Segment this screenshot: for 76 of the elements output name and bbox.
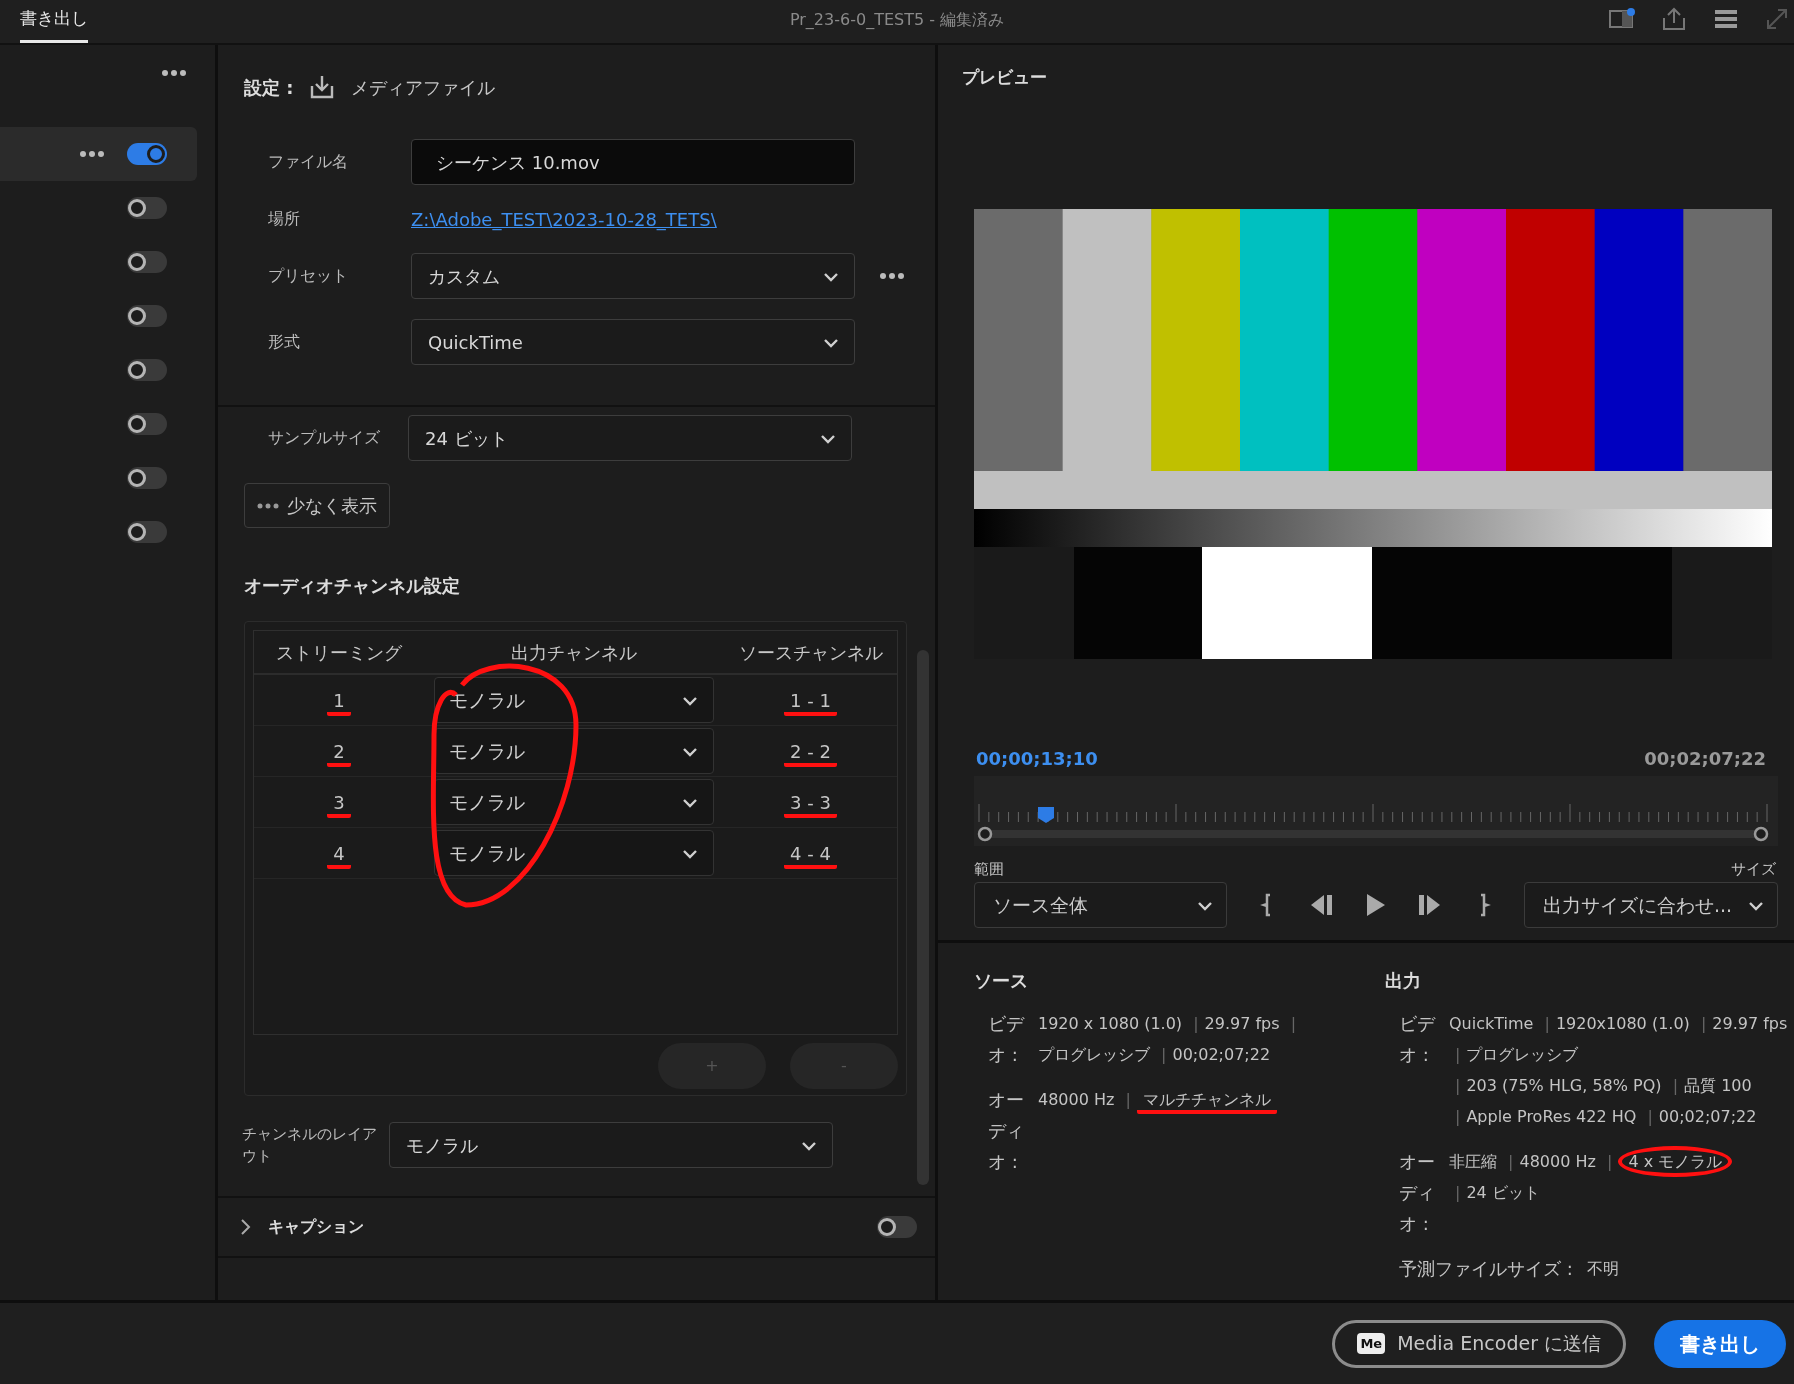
field-label: サンプルサイズ: [268, 427, 381, 449]
select-field[interactable]: モノラル: [434, 677, 714, 723]
toggle-switch[interactable]: [127, 197, 167, 219]
chevron-right-icon[interactable]: [240, 1218, 252, 1236]
more-icon[interactable]: [879, 272, 905, 280]
more-icon[interactable]: [79, 150, 105, 158]
preview-heading: プレビュー: [961, 66, 1048, 89]
select-field[interactable]: モノラル: [434, 728, 714, 774]
export-tab[interactable]: 書き出し: [20, 0, 88, 43]
info-value: 48000 Hz | マルチチャンネル: [1038, 1084, 1338, 1177]
duration-timecode: 00;02;07;22: [1644, 746, 1766, 771]
select-field[interactable]: 24 ビット: [408, 415, 852, 461]
field-label: 場所: [268, 208, 301, 230]
info-label: オーディオ :: [988, 1088, 1025, 1174]
field-label: チャンネルのレイアウト: [242, 1123, 378, 1167]
table-cell: 3: [327, 791, 351, 818]
caption-label: キャプション: [268, 1216, 364, 1238]
more-icon: [257, 502, 279, 509]
table-cell: 4: [327, 842, 351, 869]
select-field[interactable]: 出力サイズに合わせ...: [1524, 882, 1778, 928]
playhead-marker[interactable]: [1037, 805, 1056, 824]
info-label: オーディオ :: [1399, 1150, 1436, 1236]
toggle-switch[interactable]: [127, 359, 167, 381]
info-value: 非圧縮 | 48000 Hz | 4 x モノラル | 24 ビット: [1449, 1146, 1789, 1239]
select-field[interactable]: QuickTime: [411, 319, 855, 365]
select-field[interactable]: ソース全体: [974, 882, 1227, 928]
filename-field[interactable]: シーケンス 10.mov: [411, 139, 855, 185]
window-title: Pr_23-6-0_TEST5 - 編集済み: [789, 10, 1005, 29]
info-value: 不明: [1586, 1258, 1620, 1280]
info-value: QuickTime | 1920x1080 (1.0) | 29.97 fps | プログレッシブ | 203 (75% HLG, 58% PQ) | 品質 100 | Apple ProRes 422 HQ | 00;02;07;22: [1449, 1013, 1789, 1128]
select-field[interactable]: カスタム: [411, 253, 855, 299]
share-icon[interactable]: [1660, 6, 1688, 32]
sidebar-item[interactable]: [0, 127, 197, 181]
section-heading: オーディオチャンネル設定: [244, 574, 461, 598]
table-cell: 2: [327, 740, 351, 767]
toggle-switch[interactable]: [127, 413, 167, 435]
toggle-switch[interactable]: [877, 1216, 917, 1238]
export-button[interactable]: 書き出し: [1654, 1319, 1786, 1368]
select-field[interactable]: モノラル: [434, 779, 714, 825]
table-cell: 1 - 1: [784, 689, 837, 716]
section-heading: ソース: [974, 969, 1029, 993]
info-label: 予測ファイルサイズ :: [1399, 1257, 1573, 1281]
section-heading: 出力: [1385, 969, 1422, 993]
column-header: ソースチャンネル: [737, 640, 884, 665]
select-field[interactable]: モノラル: [389, 1122, 833, 1168]
current-timecode: 00;00;13;10: [976, 746, 1098, 771]
media-file-label: メディアファイル: [351, 75, 496, 100]
info-value: 1920 x 1080 (1.0) | 29.97 fps | プログレッシブ | 00;02;07;22: [1038, 1013, 1298, 1066]
info-label: ビデオ :: [1399, 1012, 1437, 1067]
field-label: ファイル名: [268, 151, 349, 173]
panel-icon[interactable]: [1608, 7, 1636, 31]
show-less-button[interactable]: 少なく表示: [244, 483, 390, 528]
table-cell: 1: [327, 689, 351, 716]
more-icon[interactable]: [161, 69, 187, 77]
toggle-switch[interactable]: [127, 467, 167, 489]
location-link[interactable]: Z:\Adobe_TEST\2023-10-28_TETS\: [411, 205, 717, 233]
table-cell: 3 - 3: [784, 791, 837, 818]
table-cell: 2 - 2: [784, 740, 837, 767]
select-field[interactable]: モノラル: [434, 830, 714, 876]
send-to-media-encoder-button[interactable]: Me Media Encoder に送信: [1332, 1319, 1626, 1368]
range-label: 範囲: [974, 858, 1004, 880]
settings-heading: 設定 :: [244, 75, 294, 100]
toggle-switch[interactable]: [127, 143, 167, 165]
toggle-switch[interactable]: [127, 305, 167, 327]
column-header: ストリーミング: [275, 640, 403, 665]
list-icon[interactable]: [1712, 7, 1740, 31]
size-label: サイズ: [1731, 858, 1776, 880]
app-badge-icon: Me: [1357, 1332, 1386, 1355]
info-label: ビデオ :: [988, 1012, 1026, 1067]
download-icon: [309, 74, 336, 100]
toggle-switch[interactable]: [127, 251, 167, 273]
column-header: 出力チャンネル: [510, 640, 638, 665]
field-label: 形式: [268, 331, 301, 353]
table-cell: 4 - 4: [784, 842, 837, 869]
field-label: プリセット: [268, 265, 349, 287]
toggle-switch[interactable]: [127, 521, 167, 543]
